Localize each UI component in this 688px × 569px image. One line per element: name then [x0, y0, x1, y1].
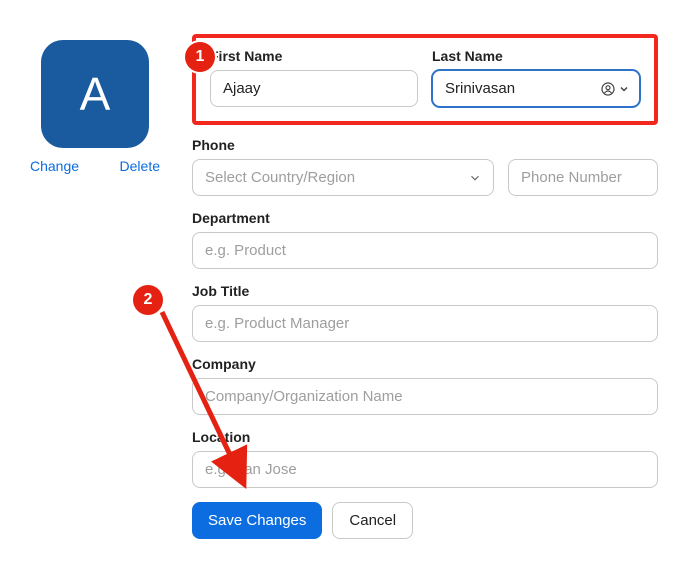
name-row-highlight: First Name Last Name [192, 34, 658, 125]
last-name-label: Last Name [432, 48, 640, 64]
location-input[interactable] [192, 451, 658, 488]
cancel-button[interactable]: Cancel [332, 502, 413, 539]
annotation-badge-2: 2 [133, 285, 163, 315]
avatar-change-link[interactable]: Change [30, 158, 79, 174]
avatar[interactable]: A [41, 40, 149, 148]
job-title-label: Job Title [192, 283, 658, 299]
job-title-input[interactable] [192, 305, 658, 342]
avatar-column: A Change Delete [30, 30, 160, 539]
annotation-badge-1: 1 [185, 42, 215, 72]
profile-form: First Name Last Name [192, 30, 658, 539]
first-name-label: First Name [210, 48, 418, 64]
contacts-icon[interactable] [600, 81, 616, 97]
save-button[interactable]: Save Changes [192, 502, 322, 539]
avatar-delete-link[interactable]: Delete [120, 158, 160, 174]
chevron-down-icon[interactable] [618, 83, 630, 95]
phone-label: Phone [192, 137, 658, 153]
company-label: Company [192, 356, 658, 372]
location-label: Location [192, 429, 658, 445]
department-label: Department [192, 210, 658, 226]
department-input[interactable] [192, 232, 658, 269]
first-name-input[interactable] [210, 70, 418, 107]
phone-country-select[interactable]: Select Country/Region [192, 159, 494, 196]
company-input[interactable] [192, 378, 658, 415]
phone-number-input[interactable] [508, 159, 658, 196]
